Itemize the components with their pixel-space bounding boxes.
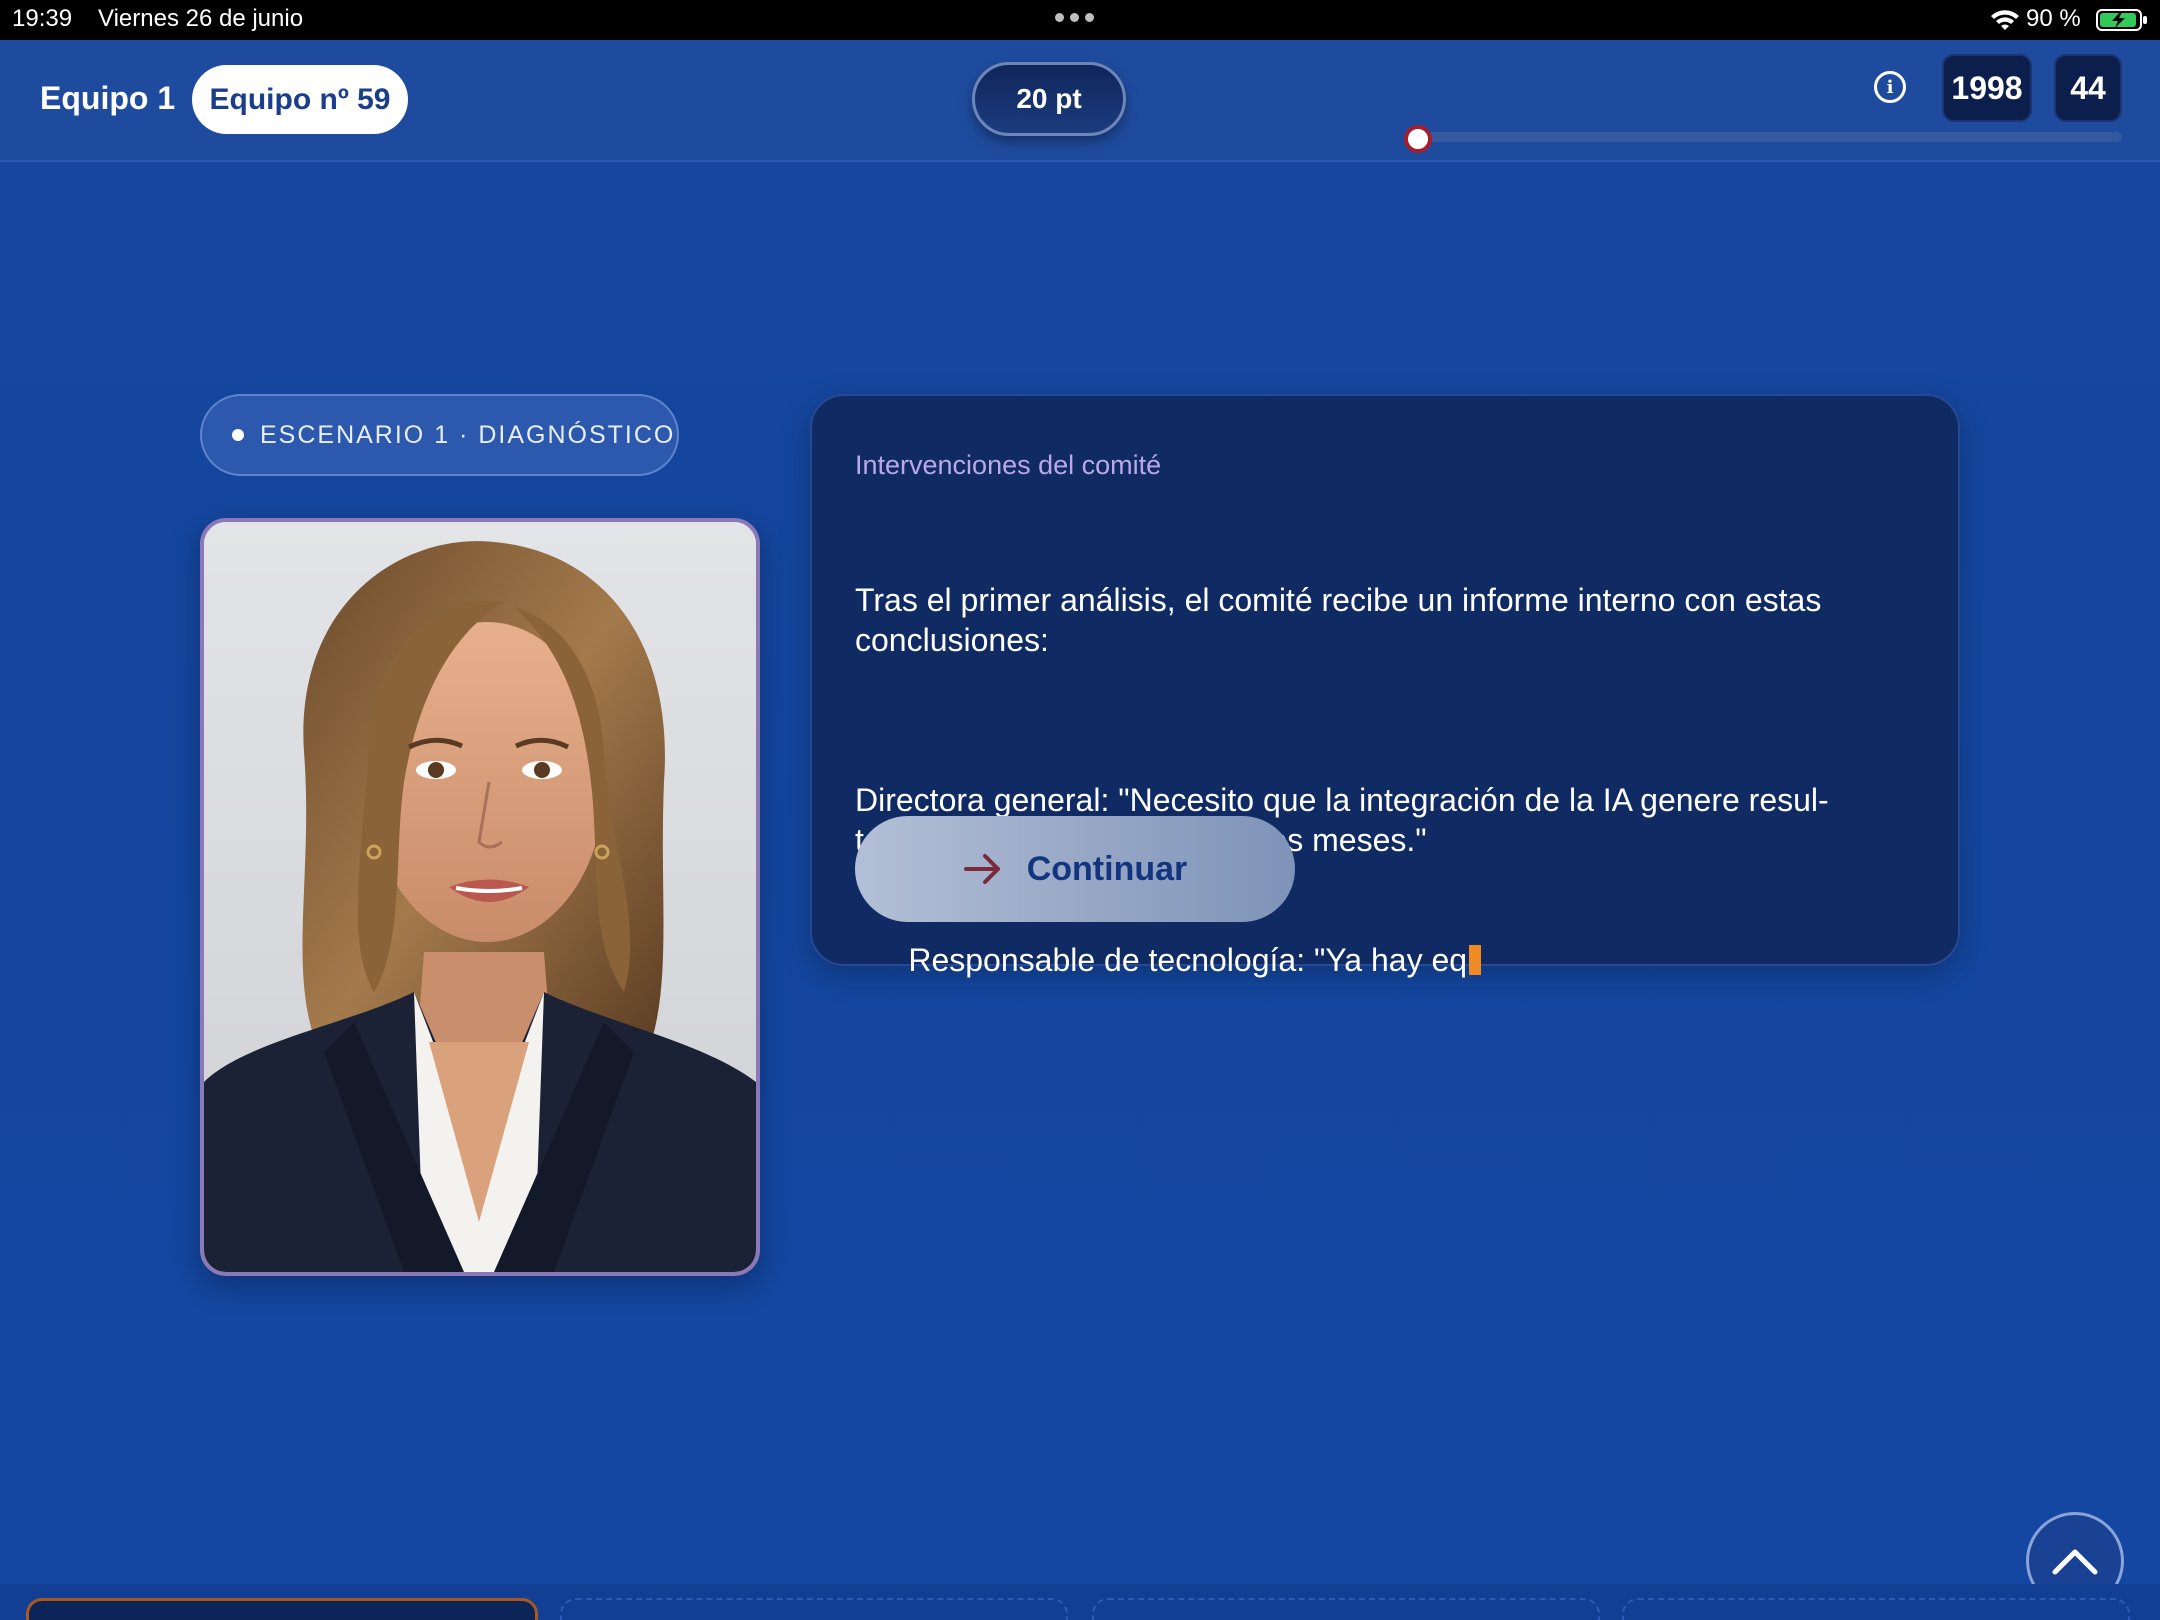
battery-percent: 90 %: [2026, 5, 2081, 32]
businesswoman-photo: [204, 522, 756, 1272]
team-number-pill[interactable]: Equipo nº 59: [192, 65, 408, 134]
app-root: 19:39 Viernes 26 de junio 90 % Equipo 1 …: [0, 0, 2160, 1620]
dialogue-label: Intervenciones del comité: [855, 450, 1162, 480]
scenario-chip: ESCENARIO 1 · DIAGNÓSTICO: [200, 394, 679, 476]
points-badge: 20 pt: [972, 62, 1126, 136]
bottom-tab-2[interactable]: [560, 1598, 1068, 1620]
status-date: Viernes 26 de junio: [98, 5, 304, 32]
dialogue-paragraph: Tras el primer análisis, el comité recib…: [855, 582, 1831, 658]
progress-track: [1418, 132, 2122, 142]
typing-text: Responsable de tecnología: "Ya hay eq: [908, 942, 1468, 978]
bullet-dot-icon: [232, 429, 244, 441]
arrow-right-icon: [963, 854, 1000, 884]
wifi-icon: [1991, 10, 2019, 30]
continue-label: Continuar: [1026, 849, 1188, 888]
progress-knob[interactable]: [1404, 125, 1432, 153]
count-counter: 44: [2054, 54, 2122, 122]
top-header: Equipo 1 Equipo nº 59 20 pt i 1998 44: [0, 40, 2160, 162]
continue-button[interactable]: Continuar: [855, 816, 1295, 922]
dialogue-text: Tras el primer análisis, el comité recib…: [855, 500, 1915, 1020]
bottom-tab-3[interactable]: [1092, 1598, 1600, 1620]
speaker-portrait: [200, 518, 760, 1276]
multitask-dots-icon[interactable]: [1055, 13, 1094, 22]
info-icon[interactable]: i: [1874, 71, 1906, 103]
chevron-up-icon: [2052, 1549, 2098, 1575]
year-counter: 1998: [1942, 54, 2032, 122]
dialogue-paragraph: Responsable de tecnología: "Ya hay eq: [908, 942, 1482, 978]
status-time: 19:39: [12, 5, 73, 32]
typing-cursor: [1469, 945, 1482, 975]
team-label: Equipo 1: [40, 80, 176, 116]
status-bar: 19:39 Viernes 26 de junio 90 %: [0, 0, 2160, 40]
bottom-tab-4[interactable]: [1622, 1598, 2130, 1620]
battery-charging-icon: [2096, 9, 2147, 31]
dialogue-card: Intervenciones del comité Tras el primer…: [810, 394, 1960, 978]
scenario-label: ESCENARIO 1 · DIAGNÓSTICO: [260, 420, 676, 449]
bottom-tab-1[interactable]: [26, 1598, 538, 1620]
